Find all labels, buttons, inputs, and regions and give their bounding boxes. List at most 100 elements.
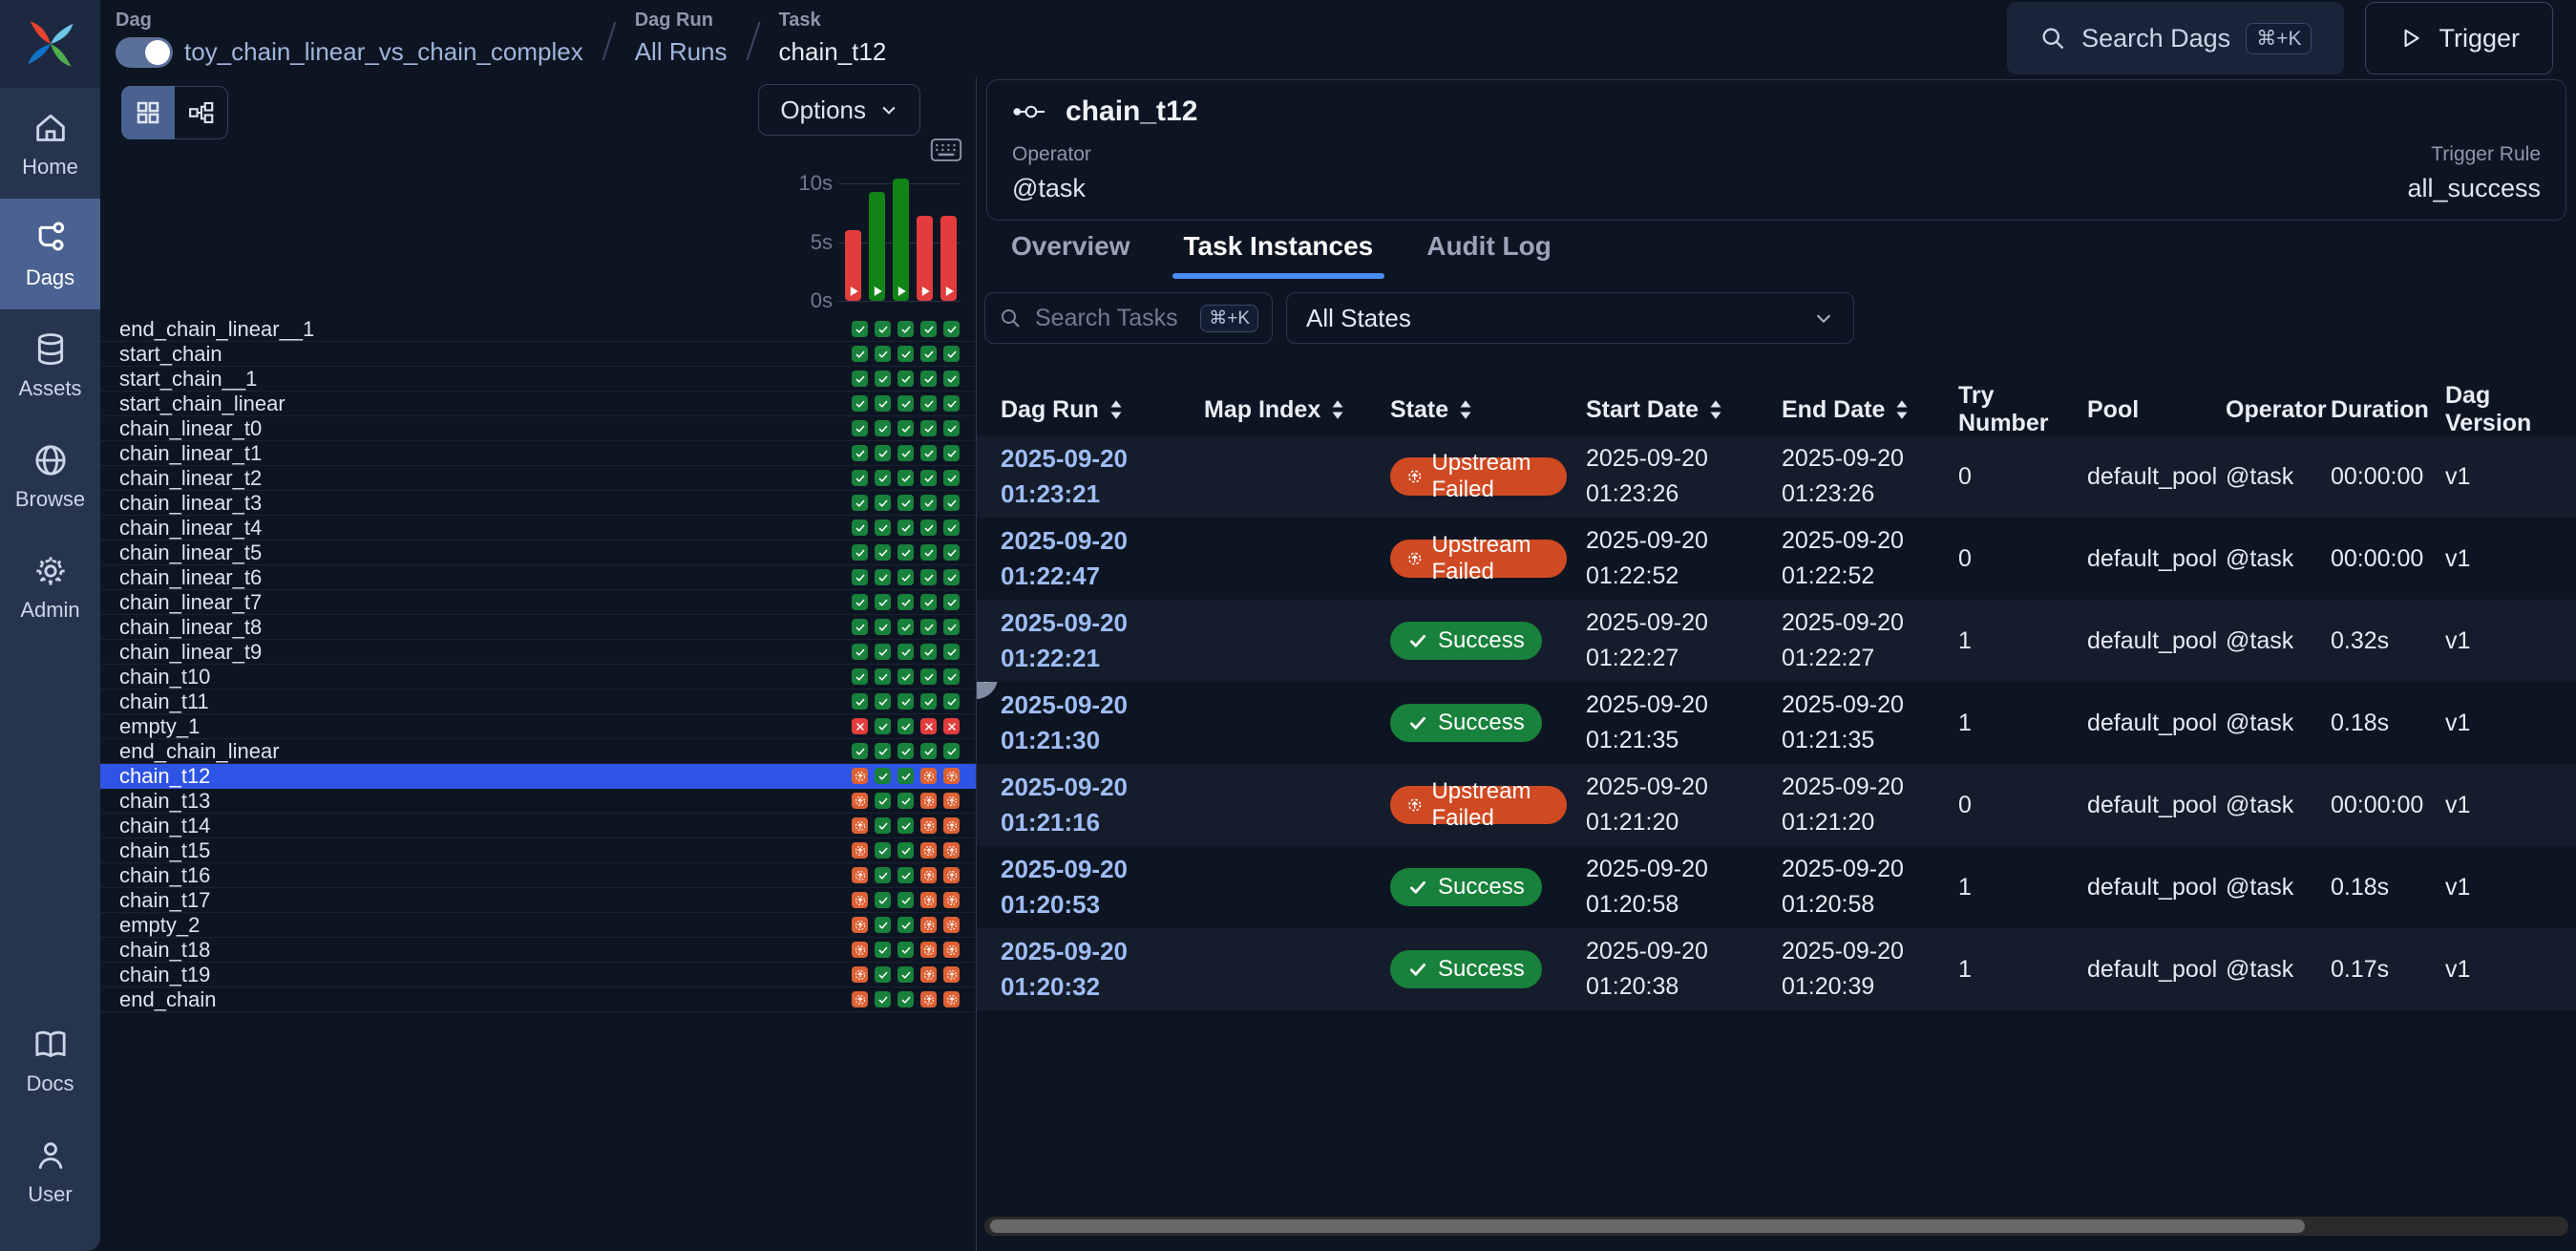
task-instance-status-success[interactable] <box>943 395 960 412</box>
task-instance-status-success[interactable] <box>852 569 868 585</box>
state-filter-select[interactable]: All States <box>1286 292 1854 344</box>
task-instance-status-success[interactable] <box>852 743 868 759</box>
sidebar-item-docs[interactable]: Docs <box>0 1005 100 1115</box>
sort-icon[interactable] <box>1458 399 1473 420</box>
search-tasks-input[interactable] <box>1035 305 1187 332</box>
task-instance-status-success[interactable] <box>920 495 937 511</box>
task-instance-status-success[interactable] <box>897 842 914 859</box>
task-instance-status-success[interactable] <box>920 668 937 685</box>
task-instance-status-success[interactable] <box>897 619 914 635</box>
task-instance-status-success[interactable] <box>875 842 891 859</box>
task-instance-status-success[interactable] <box>920 693 937 710</box>
task-instance-status-upstream_failed[interactable] <box>920 892 937 908</box>
task-instance-status-success[interactable] <box>897 371 914 387</box>
sidebar-item-browse[interactable]: Browse <box>0 420 100 531</box>
task-instance-status-success[interactable] <box>897 743 914 759</box>
task-instance-status-upstream_failed[interactable] <box>852 966 868 983</box>
task-instance-status-upstream_failed[interactable] <box>943 966 960 983</box>
horizontal-scrollbar[interactable] <box>984 1217 2568 1236</box>
task-instance-status-success[interactable] <box>943 495 960 511</box>
task-instance-status-success[interactable] <box>875 793 891 809</box>
airflow-logo[interactable] <box>0 0 100 88</box>
task-instance-status-success[interactable] <box>897 420 914 436</box>
task-instance-status-success[interactable] <box>875 445 891 461</box>
column-header-start-date[interactable]: Start Date <box>1567 396 1763 424</box>
task-grid-row[interactable]: chain_linear_t0 <box>100 416 976 441</box>
task-instance-status-success[interactable] <box>875 892 891 908</box>
task-instance-status-upstream_failed[interactable] <box>943 892 960 908</box>
task-instance-status-upstream_failed[interactable] <box>920 991 937 1007</box>
sort-icon[interactable] <box>1894 399 1910 420</box>
dag-run-link[interactable]: 2025-09-2001:22:21 <box>977 605 1185 676</box>
task-instance-status-success[interactable] <box>852 619 868 635</box>
dag-pause-toggle[interactable] <box>116 37 173 68</box>
task-instance-status-success[interactable] <box>920 619 937 635</box>
task-instance-status-success[interactable] <box>897 346 914 362</box>
dagrun-link[interactable]: All Runs <box>635 37 728 67</box>
task-grid-row[interactable]: chain_t15 <box>100 838 976 863</box>
task-instance-status-upstream_failed[interactable] <box>943 817 960 834</box>
task-grid-row[interactable]: chain_t18 <box>100 938 976 963</box>
search-dags-button[interactable]: Search Dags ⌘+K <box>2007 2 2344 74</box>
task-instance-status-success[interactable] <box>897 892 914 908</box>
task-grid-row[interactable]: chain_linear_t4 <box>100 516 976 541</box>
task-instance-status-success[interactable] <box>875 321 891 337</box>
column-header-state[interactable]: State <box>1371 396 1567 424</box>
task-grid-row[interactable]: chain_t19 <box>100 963 976 987</box>
tab-audit-log[interactable]: Audit Log <box>1426 231 1552 279</box>
task-instance-status-success[interactable] <box>897 867 914 883</box>
task-instance-status-success[interactable] <box>897 917 914 933</box>
task-instance-status-upstream_failed[interactable] <box>943 842 960 859</box>
task-instance-status-success[interactable] <box>852 693 868 710</box>
task-instance-status-success[interactable] <box>920 420 937 436</box>
task-instance-status-success[interactable] <box>897 519 914 536</box>
task-grid-row[interactable]: chain_linear_t9 <box>100 640 976 665</box>
task-grid-row[interactable]: chain_t10 <box>100 665 976 689</box>
task-instance-status-success[interactable] <box>875 917 891 933</box>
task-grid-row[interactable]: end_chain <box>100 987 976 1012</box>
task-instance-status-success[interactable] <box>897 594 914 610</box>
dag-run-link[interactable]: 2025-09-2001:23:21 <box>977 441 1185 512</box>
task-instance-status-success[interactable] <box>897 544 914 561</box>
task-instance-status-success[interactable] <box>943 470 960 486</box>
task-instance-status-failed[interactable] <box>852 718 868 734</box>
dag-run-link[interactable]: 2025-09-2001:22:47 <box>977 523 1185 594</box>
task-instance-status-success[interactable] <box>852 470 868 486</box>
task-instance-status-upstream_failed[interactable] <box>920 842 937 859</box>
task-instance-status-upstream_failed[interactable] <box>920 917 937 933</box>
task-instance-status-success[interactable] <box>920 470 937 486</box>
task-instance-status-success[interactable] <box>897 569 914 585</box>
task-instance-status-success[interactable] <box>852 668 868 685</box>
task-instance-status-upstream_failed[interactable] <box>920 817 937 834</box>
task-instance-status-success[interactable] <box>875 544 891 561</box>
task-grid-row[interactable]: chain_linear_t5 <box>100 541 976 565</box>
task-instance-status-success[interactable] <box>875 569 891 585</box>
task-instance-status-success[interactable] <box>852 420 868 436</box>
tab-overview[interactable]: Overview <box>1011 231 1130 279</box>
task-grid-row[interactable]: chain_t16 <box>100 863 976 888</box>
task-instance-status-upstream_failed[interactable] <box>920 966 937 983</box>
task-instance-status-upstream_failed[interactable] <box>852 991 868 1007</box>
task-grid-row[interactable]: chain_linear_t6 <box>100 565 976 590</box>
task-instance-status-success[interactable] <box>920 371 937 387</box>
task-instance-status-success[interactable] <box>897 768 914 784</box>
task-instance-status-success[interactable] <box>875 668 891 685</box>
task-instance-status-success[interactable] <box>897 395 914 412</box>
task-instance-status-success[interactable] <box>943 544 960 561</box>
dag-run-link[interactable]: 2025-09-2001:20:53 <box>977 852 1185 922</box>
task-instance-status-success[interactable] <box>852 519 868 536</box>
task-instance-status-failed[interactable] <box>920 718 937 734</box>
sidebar-item-admin[interactable]: Admin <box>0 531 100 642</box>
task-instance-status-success[interactable] <box>920 743 937 759</box>
dag-run-duration-bar[interactable] <box>917 216 933 301</box>
task-instance-status-success[interactable] <box>852 395 868 412</box>
sort-icon[interactable] <box>1330 399 1345 420</box>
task-instance-status-success[interactable] <box>920 519 937 536</box>
task-instance-status-success[interactable] <box>852 346 868 362</box>
column-header-end-date[interactable]: End Date <box>1763 396 1939 424</box>
sidebar-item-assets[interactable]: Assets <box>0 309 100 420</box>
task-instance-status-success[interactable] <box>875 395 891 412</box>
sort-icon[interactable] <box>1109 399 1124 420</box>
task-instance-status-success[interactable] <box>920 544 937 561</box>
task-instance-status-upstream_failed[interactable] <box>920 793 937 809</box>
